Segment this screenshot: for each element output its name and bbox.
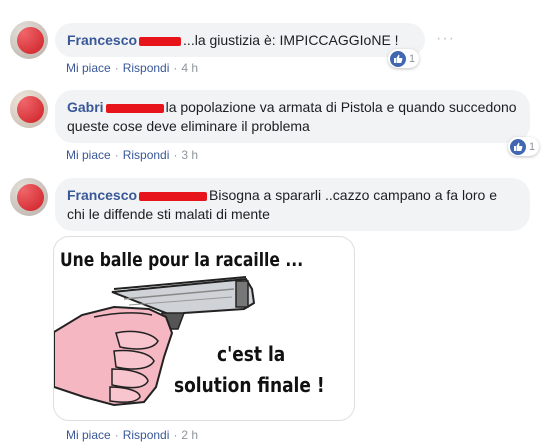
avatar-shade	[10, 21, 48, 59]
separator-dot: ·	[114, 148, 119, 162]
separator-dot: ·	[114, 61, 119, 75]
reaction-count: 1	[409, 52, 416, 65]
like-link[interactable]: Mi piace	[66, 148, 111, 162]
timestamp[interactable]: 4 h	[181, 61, 198, 75]
reaction-summary[interactable]: 1	[388, 49, 420, 68]
comment-actions: Mi piace · Rispondi · 3 h	[66, 148, 198, 162]
thumbs-up-icon	[390, 50, 406, 67]
separator-dot: ·	[173, 61, 178, 75]
attached-image[interactable]: Une balle pour la racaille ... c'est la …	[53, 236, 355, 421]
meme-line-2: solution finale !	[174, 373, 325, 397]
name-redaction	[105, 103, 164, 113]
more-options-icon[interactable]: ···	[436, 30, 455, 48]
reply-link[interactable]: Rispondi	[123, 428, 170, 442]
comment-bubble: Gabri la popolazione va armata di Pistola…	[55, 90, 530, 143]
reaction-summary[interactable]: 1	[508, 137, 540, 156]
comment-author[interactable]: Francesco	[67, 187, 137, 203]
avatar-shade	[10, 90, 48, 128]
reply-link[interactable]: Rispondi	[123, 148, 170, 162]
separator-dot: ·	[173, 428, 178, 442]
avatar[interactable]	[10, 90, 48, 128]
timestamp[interactable]: 2 h	[181, 428, 198, 442]
separator-dot: ·	[114, 428, 119, 442]
comment-actions: Mi piace · Rispondi · 2 h	[66, 428, 198, 442]
avatar[interactable]	[10, 21, 48, 59]
comment-bubble: Francesco Bisogna a spararli ..cazzo camp…	[55, 178, 530, 231]
name-redaction	[139, 36, 182, 46]
comment-text: ...la giustizia è: IMPICCAGGIoNE !	[183, 32, 399, 48]
thumbs-up-icon	[510, 138, 526, 155]
comment-actions: Mi piace · Rispondi · 4 h	[66, 61, 198, 75]
like-link[interactable]: Mi piace	[66, 61, 111, 75]
comment-bubble: Francesco ...la giustizia è: IMPICCAGGIoN…	[55, 23, 425, 57]
separator-dot: ·	[173, 148, 178, 162]
meme-line-1: c'est la	[217, 342, 286, 366]
like-link[interactable]: Mi piace	[66, 428, 111, 442]
timestamp[interactable]: 3 h	[181, 148, 198, 162]
reply-link[interactable]: Rispondi	[123, 61, 170, 75]
reaction-count: 1	[529, 140, 536, 153]
comment-author[interactable]: Gabri	[67, 99, 104, 115]
name-redaction	[139, 191, 208, 201]
avatar[interactable]	[10, 178, 48, 216]
avatar-shade	[10, 178, 48, 216]
comment-author[interactable]: Francesco	[67, 32, 137, 48]
